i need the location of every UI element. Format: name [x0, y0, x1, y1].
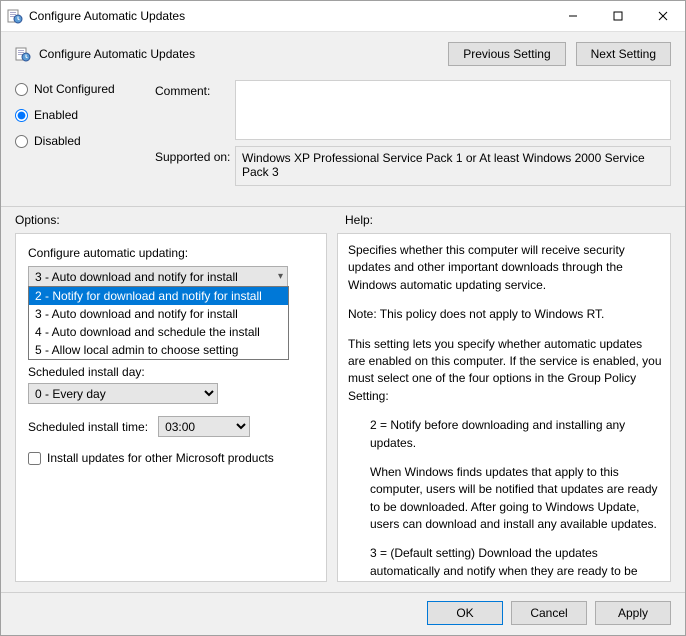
help-text: This setting lets you specify whether au… — [348, 336, 662, 406]
scheduled-time-combo[interactable]: 03:00 — [158, 416, 250, 437]
next-setting-button[interactable]: Next Setting — [576, 42, 671, 66]
install-other-checkbox[interactable] — [28, 452, 41, 465]
configure-updating-option[interactable]: 3 - Auto download and notify for install — [29, 305, 288, 323]
scheduled-day-label: Scheduled install day: — [28, 365, 314, 379]
radio-enabled[interactable]: Enabled — [15, 108, 155, 122]
footer: OK Cancel Apply — [1, 592, 685, 635]
supported-on-label: Supported on: — [155, 146, 235, 164]
maximize-icon[interactable] — [595, 1, 640, 31]
radio-enabled-input[interactable] — [15, 109, 28, 122]
options-label: Options: — [15, 213, 345, 227]
configure-updating-combo[interactable]: 3 - Auto download and notify for install… — [28, 266, 288, 287]
policy-icon — [15, 46, 31, 62]
install-other-label: Install updates for other Microsoft prod… — [47, 451, 274, 465]
radio-enabled-label: Enabled — [34, 108, 78, 122]
comment-label: Comment: — [155, 80, 235, 98]
cancel-button[interactable]: Cancel — [511, 601, 587, 625]
chevron-down-icon: ▾ — [278, 271, 283, 282]
help-text: 3 = (Default setting) Download the updat… — [348, 545, 662, 582]
help-pane[interactable]: Specifies whether this computer will rec… — [337, 233, 671, 582]
radio-disabled-label: Disabled — [34, 134, 81, 148]
policy-name: Configure Automatic Updates — [39, 47, 195, 61]
minimize-icon[interactable] — [550, 1, 595, 31]
help-label: Help: — [345, 213, 671, 227]
configure-updating-dropdown[interactable]: 2 - Notify for download and notify for i… — [28, 286, 289, 360]
radio-not-configured[interactable]: Not Configured — [15, 82, 155, 96]
radio-disabled[interactable]: Disabled — [15, 134, 155, 148]
options-pane: Configure automatic updating: 3 - Auto d… — [15, 233, 327, 582]
app-icon — [7, 8, 23, 24]
window-title: Configure Automatic Updates — [29, 9, 185, 23]
configure-updating-option[interactable]: 5 - Allow local admin to choose setting — [29, 341, 288, 359]
radio-not-configured-input[interactable] — [15, 83, 28, 96]
previous-setting-button[interactable]: Previous Setting — [448, 42, 565, 66]
body: Configure automatic updating: 3 - Auto d… — [1, 231, 685, 592]
apply-button[interactable]: Apply — [595, 601, 671, 625]
radio-not-configured-label: Not Configured — [34, 82, 115, 96]
supported-on-value: Windows XP Professional Service Pack 1 o… — [235, 146, 671, 186]
configure-updating-option[interactable]: 4 - Auto download and schedule the insta… — [29, 323, 288, 341]
window: Configure Automatic Updates — [0, 0, 686, 636]
configure-updating-option[interactable]: 2 - Notify for download and notify for i… — [29, 287, 288, 305]
help-text: Specifies whether this computer will rec… — [348, 242, 662, 294]
radio-disabled-input[interactable] — [15, 135, 28, 148]
install-other-checkbox-row[interactable]: Install updates for other Microsoft prod… — [28, 451, 314, 465]
help-text: Note: This policy does not apply to Wind… — [348, 306, 662, 323]
state-radios: Not Configured Enabled Disabled — [15, 82, 155, 148]
ok-button[interactable]: OK — [427, 601, 503, 625]
header: Configure Automatic Updates Previous Set… — [1, 32, 685, 207]
scheduled-time-label: Scheduled install time: — [28, 420, 148, 434]
help-text: 2 = Notify before downloading and instal… — [348, 417, 662, 452]
configure-updating-selected: 3 - Auto download and notify for install — [35, 270, 238, 284]
help-text: When Windows finds updates that apply to… — [348, 464, 662, 534]
close-icon[interactable] — [640, 1, 685, 31]
comment-input[interactable] — [235, 80, 671, 140]
scheduled-day-combo[interactable]: 0 - Every day — [28, 383, 218, 404]
titlebar: Configure Automatic Updates — [1, 1, 685, 32]
configure-updating-label: Configure automatic updating: — [28, 246, 314, 260]
pane-labels: Options: Help: — [1, 207, 685, 231]
